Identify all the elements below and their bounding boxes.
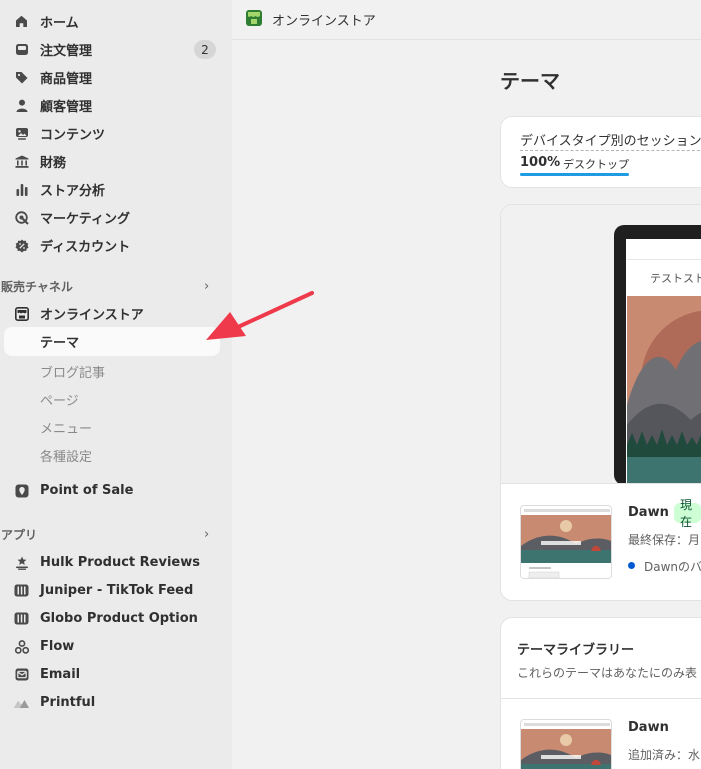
annotation-arrow	[206, 291, 314, 340]
